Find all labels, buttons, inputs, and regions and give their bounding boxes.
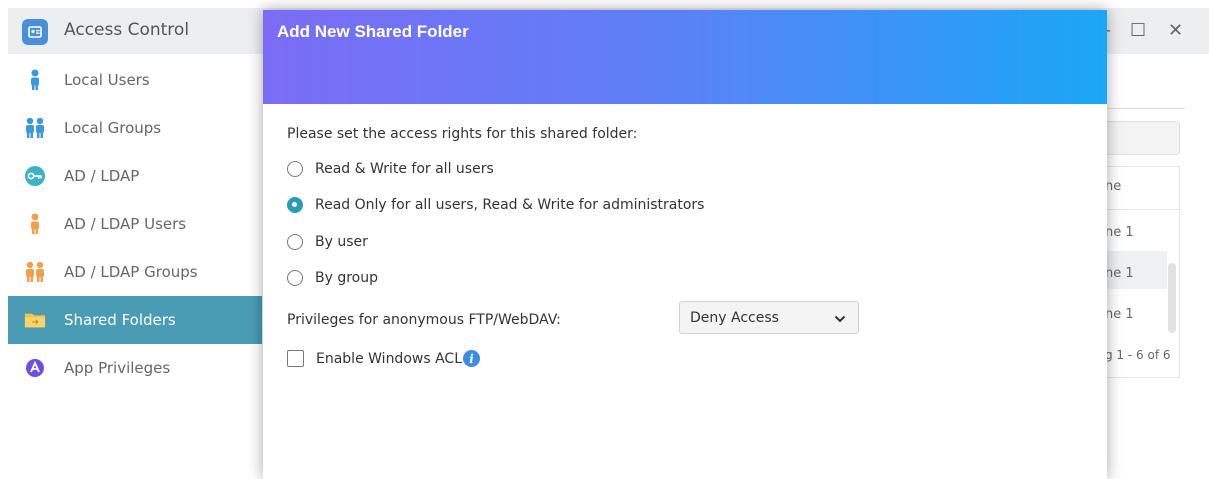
dialog-title: Add New Shared Folder bbox=[277, 22, 469, 41]
folders-table: ne ne 1 ne 1 ne 1 g 1 - 6 of 6 bbox=[1105, 166, 1180, 378]
sidebar-item-label: AD / LDAP Groups bbox=[64, 263, 198, 281]
sidebar-item-ad-ldap-groups[interactable]: AD / LDAP Groups bbox=[8, 248, 262, 296]
sidebar-item-shared-folders[interactable]: Shared Folders bbox=[8, 296, 262, 344]
close-button[interactable]: ✕ bbox=[1168, 20, 1183, 41]
option-by-group[interactable]: By group bbox=[287, 270, 378, 286]
table-row[interactable]: ne 1 bbox=[1105, 266, 1134, 281]
sidebar-item-ad-ldap-users[interactable]: AD / LDAP Users bbox=[8, 200, 262, 248]
sidebar-item-ad-ldap[interactable]: AD / LDAP bbox=[8, 152, 262, 200]
key-icon bbox=[24, 165, 46, 187]
table-row[interactable]: ne 1 bbox=[1105, 225, 1134, 240]
user-icon bbox=[24, 213, 46, 235]
enable-windows-acl-checkbox[interactable] bbox=[287, 350, 304, 367]
sidebar-item-label: Local Groups bbox=[64, 119, 162, 137]
option-label: By user bbox=[315, 234, 368, 250]
sidebar-item-label: App Privileges bbox=[64, 359, 171, 377]
radio-button[interactable] bbox=[287, 234, 303, 250]
option-label: Read Only for all users, Read & Write fo… bbox=[315, 197, 705, 213]
option-read-write-all[interactable]: Read & Write for all users bbox=[287, 161, 494, 177]
anonymous-privileges-label: Privileges for anonymous FTP/WebDAV: bbox=[287, 312, 561, 328]
select-value: Deny Access bbox=[690, 309, 779, 326]
table-row[interactable]: ne 1 bbox=[1105, 307, 1134, 322]
anonymous-privileges-select[interactable]: Deny Access bbox=[679, 301, 859, 334]
content-divider bbox=[1105, 108, 1185, 109]
option-label: By group bbox=[315, 270, 378, 286]
sidebar-item-label: AD / LDAP Users bbox=[64, 215, 187, 233]
radio-button[interactable] bbox=[287, 270, 303, 286]
pagination-text: g 1 - 6 of 6 bbox=[1105, 348, 1171, 362]
add-shared-folder-dialog: Add New Shared Folder Please set the acc… bbox=[263, 10, 1107, 479]
group-icon bbox=[24, 261, 46, 283]
user-icon bbox=[24, 69, 46, 91]
search-input[interactable] bbox=[1105, 121, 1180, 155]
column-header: ne bbox=[1105, 179, 1122, 194]
dialog-header: Add New Shared Folder bbox=[263, 10, 1107, 104]
sidebar-item-label: Shared Folders bbox=[64, 311, 176, 329]
option-read-only-admin-write[interactable]: Read Only for all users, Read & Write fo… bbox=[287, 197, 704, 213]
access-rights-prompt: Please set the access rights for this sh… bbox=[287, 126, 638, 142]
sidebar-item-label: AD / LDAP bbox=[64, 167, 140, 185]
sidebar-item-app-privileges[interactable]: App Privileges bbox=[8, 344, 262, 392]
sidebar: Local Users Local Groups AD / LDAP AD / … bbox=[8, 54, 262, 479]
table-scrollbar[interactable] bbox=[1168, 263, 1176, 333]
group-icon bbox=[24, 117, 46, 139]
maximize-button[interactable]: ☐ bbox=[1130, 20, 1146, 41]
sidebar-item-local-groups[interactable]: Local Groups bbox=[8, 104, 262, 152]
radio-button-selected[interactable] bbox=[287, 197, 303, 213]
window-title: Access Control bbox=[64, 20, 190, 40]
enable-windows-acl-label: Enable Windows ACL bbox=[316, 350, 462, 367]
info-icon[interactable]: i bbox=[463, 350, 480, 367]
enable-windows-acl-row[interactable]: Enable Windows ACL i bbox=[287, 350, 480, 367]
dialog-body: Please set the access rights for this sh… bbox=[263, 104, 1107, 479]
radio-button[interactable] bbox=[287, 161, 303, 177]
option-by-user[interactable]: By user bbox=[287, 234, 368, 250]
table-header-divider bbox=[1105, 209, 1179, 210]
access-control-app-icon bbox=[22, 19, 48, 45]
folder-icon bbox=[24, 309, 46, 331]
option-label: Read & Write for all users bbox=[315, 161, 494, 177]
chevron-down-icon bbox=[834, 308, 846, 327]
sidebar-item-label: Local Users bbox=[64, 71, 150, 89]
app-privileges-icon bbox=[24, 357, 46, 379]
sidebar-item-local-users[interactable]: Local Users bbox=[8, 56, 262, 104]
